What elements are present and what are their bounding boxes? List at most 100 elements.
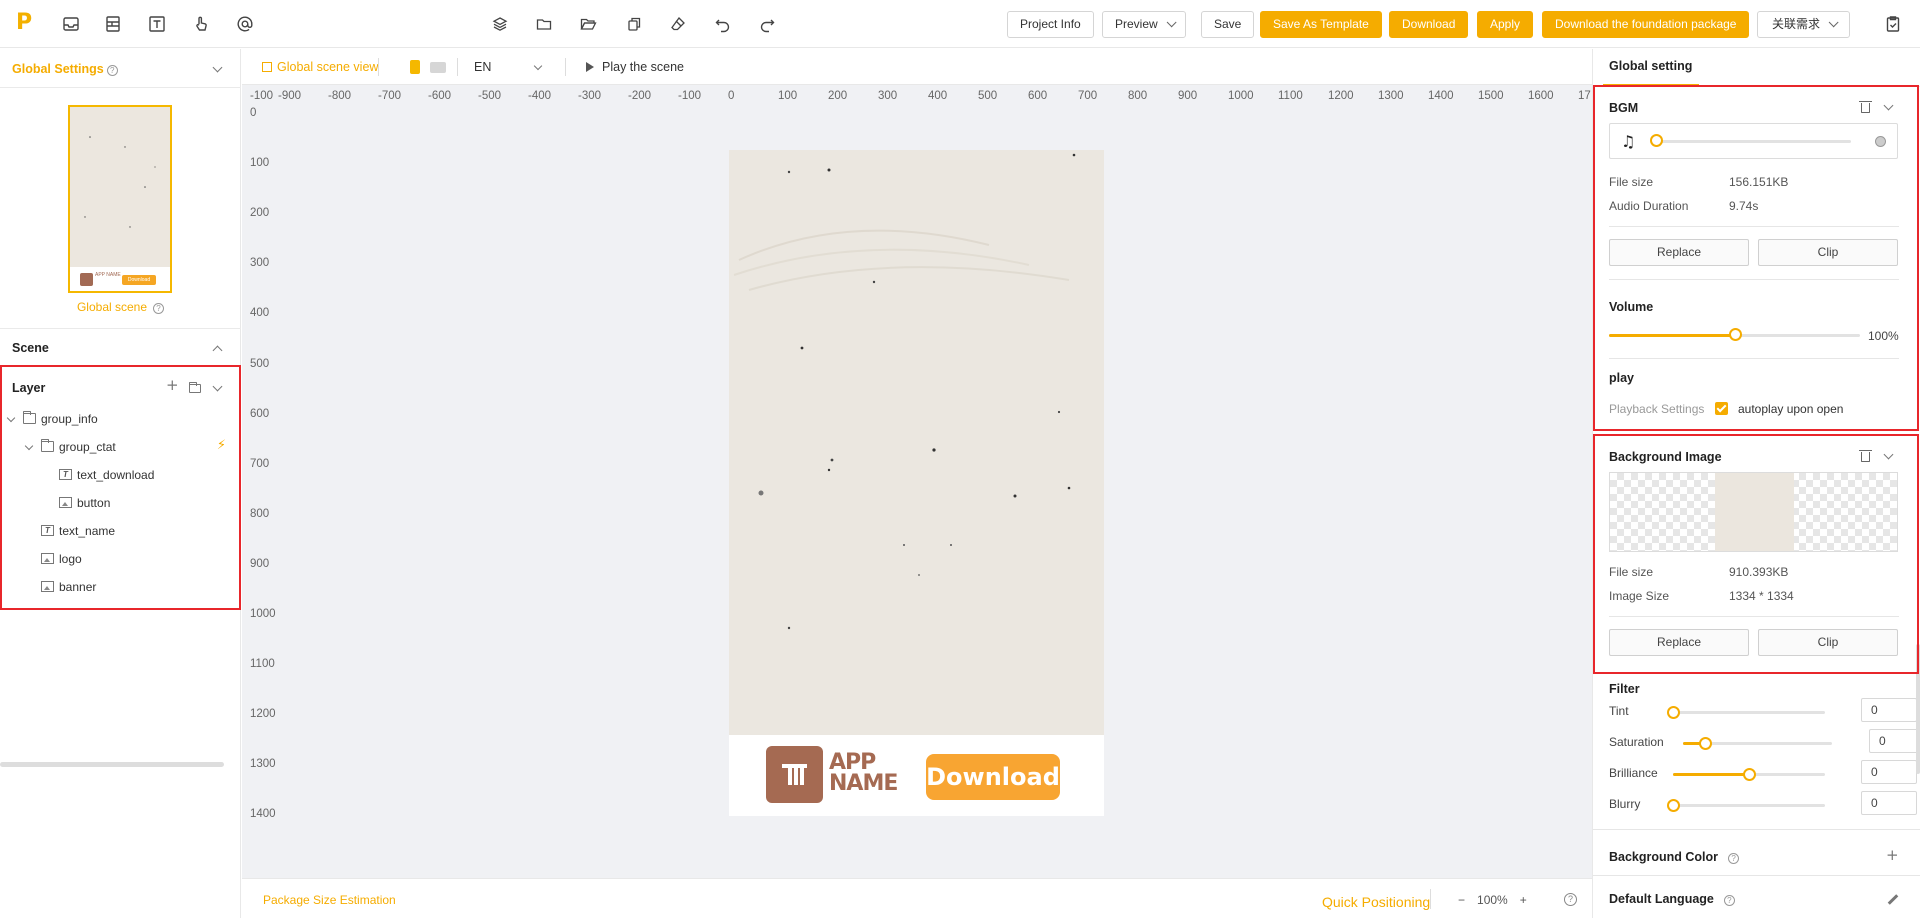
ruler-x-tick: 600 <box>1028 90 1048 102</box>
ruler-y-tick: 1200 <box>250 708 276 721</box>
mention-icon[interactable] <box>234 13 256 35</box>
filter-brilliance-input[interactable]: 0 <box>1861 760 1917 784</box>
filter-blurry-handle[interactable] <box>1667 799 1680 812</box>
texture-graphic <box>733 153 1076 630</box>
filter-brilliance-label: Brilliance <box>1609 766 1658 780</box>
global-scene-thumbnail[interactable]: APP NAME Download <box>68 105 172 293</box>
ruler-y-tick: 1000 <box>250 608 276 620</box>
help-icon[interactable]: ? <box>1728 853 1740 864</box>
scene-preview[interactable]: APP NAME Download <box>729 150 1104 816</box>
global-setting-tab[interactable]: Global setting <box>1609 59 1692 73</box>
app-name-text[interactable]: APP NAME <box>829 750 898 796</box>
horizontal-scrollbar[interactable] <box>0 762 224 767</box>
folder-icon[interactable] <box>533 13 555 35</box>
download-foundation-button[interactable]: Download the foundation package <box>1542 11 1750 38</box>
ruler-x-tick: -700 <box>378 90 402 102</box>
filter-title: Filter <box>1609 682 1640 696</box>
zoom-in-button[interactable]: + <box>1520 893 1527 907</box>
chevron-down-icon[interactable] <box>212 62 223 73</box>
preview-dropdown[interactable]: Preview <box>1102 11 1186 38</box>
scene-download-button[interactable]: Download <box>926 754 1060 800</box>
preview-label: Preview <box>1115 17 1158 31</box>
divider <box>0 328 241 329</box>
app-logo-icon <box>782 764 807 785</box>
ruler-x-tick: 800 <box>1128 90 1148 102</box>
help-icon[interactable]: ? <box>1723 895 1735 906</box>
layers-icon[interactable] <box>489 13 511 35</box>
clipboard-check-icon[interactable] <box>1882 13 1904 35</box>
ruler-y-tick: 900 <box>250 557 270 570</box>
ruler-y-tick: 1300 <box>250 758 276 771</box>
app-name-line1: APP <box>829 750 876 775</box>
ruler-x-tick: 1000 <box>1228 90 1254 102</box>
ruler-y-tick: 300 <box>250 257 270 270</box>
ruler-x-tick: 700 <box>1078 90 1098 102</box>
folder-open-icon[interactable] <box>577 13 599 35</box>
filter-tint-track[interactable] <box>1673 711 1825 714</box>
tap-gesture-icon[interactable] <box>190 13 212 35</box>
filter-blurry-track[interactable] <box>1673 804 1825 807</box>
filter-tint-input[interactable]: 0 <box>1861 698 1917 722</box>
save-button[interactable]: Save <box>1201 11 1255 38</box>
ruler-x-tick: 0 <box>728 90 735 102</box>
package-size-estimation-link[interactable]: Package Size Estimation <box>263 893 396 907</box>
app-name-line2: NAME <box>829 771 898 796</box>
help-icon[interactable]: ? <box>106 65 118 76</box>
canvas-area: Global scene view EN Play the scene -100… <box>242 49 1592 918</box>
background-color-title: Background Color? <box>1609 850 1740 864</box>
text-tool-icon[interactable] <box>146 13 168 35</box>
horizontal-ruler: -100 -900 -800 -700 -600 -500 -400 -300 -200 -100… <box>242 85 1592 107</box>
divider <box>1430 889 1431 909</box>
chevron-down-icon[interactable] <box>533 61 543 71</box>
inbox-icon[interactable] <box>60 13 82 35</box>
filter-blurry-label: Blurry <box>1609 797 1641 811</box>
ruler-y-tick: 600 <box>250 407 270 420</box>
zoom-level: 100% <box>1477 893 1508 907</box>
add-color-icon[interactable]: + <box>1886 846 1899 864</box>
download-button[interactable]: Download <box>1389 11 1469 38</box>
texture-graphic <box>84 136 156 228</box>
undo-icon[interactable] <box>712 13 734 35</box>
filter-saturation-input[interactable]: 0 <box>1869 729 1920 753</box>
redo-icon[interactable] <box>756 13 778 35</box>
neutral-swatch[interactable] <box>430 62 446 73</box>
ruler-x-tick: 400 <box>928 90 948 102</box>
filter-tint-handle[interactable] <box>1667 706 1680 719</box>
help-icon[interactable]: ? <box>1564 893 1577 906</box>
filter-tint-label: Tint <box>1609 704 1629 718</box>
related-requirements-dropdown[interactable]: 关联需求 <box>1757 11 1851 38</box>
eraser-icon[interactable] <box>667 13 689 35</box>
apply-button[interactable]: Apply <box>1477 11 1534 38</box>
ruler-x-tick: -500 <box>478 90 502 102</box>
ruler-x-tick: 1400 <box>1428 90 1454 102</box>
zoom-control: −100% + <box>1452 893 1533 907</box>
help-icon[interactable]: ? <box>153 303 165 314</box>
ruler-x-tick: -600 <box>428 90 452 102</box>
global-scene-label[interactable]: Global scene? <box>0 300 241 314</box>
save-as-template-button[interactable]: Save As Template <box>1260 11 1382 38</box>
ruler-y-tick: 700 <box>250 457 270 470</box>
app-logo[interactable] <box>766 746 823 803</box>
ruler-x-tick: 100 <box>778 90 798 102</box>
canvas-toolbar: Global scene view EN Play the scene <box>242 49 1592 85</box>
quick-positioning-link[interactable]: Quick Positioning <box>1322 894 1430 910</box>
edit-pencil-icon[interactable] <box>1887 894 1899 905</box>
filter-brilliance-handle[interactable] <box>1743 768 1756 781</box>
copy-icon[interactable] <box>623 13 645 35</box>
zoom-out-button[interactable]: − <box>1458 893 1465 907</box>
language-select[interactable]: EN <box>474 60 491 74</box>
ruler-x-tick: -200 <box>628 90 652 102</box>
global-settings-title[interactable]: Global Settings? <box>12 62 118 76</box>
layout-icon[interactable] <box>102 13 124 35</box>
play-scene-button[interactable]: Play the scene <box>586 60 684 74</box>
global-scene-view-tab[interactable]: Global scene view <box>262 60 378 74</box>
chevron-up-icon[interactable] <box>212 345 223 356</box>
accent-swatch[interactable] <box>410 60 420 74</box>
project-info-button[interactable]: Project Info <box>1007 11 1094 38</box>
global-settings-label: Global Settings <box>12 62 104 76</box>
filter-blurry-input[interactable]: 0 <box>1861 791 1917 815</box>
filter-saturation-handle[interactable] <box>1699 737 1713 750</box>
default-language-title: Default Language? <box>1609 892 1735 906</box>
ruler-x-tick: 1200 <box>1328 90 1354 102</box>
background-color-label: Background Color <box>1609 850 1719 864</box>
